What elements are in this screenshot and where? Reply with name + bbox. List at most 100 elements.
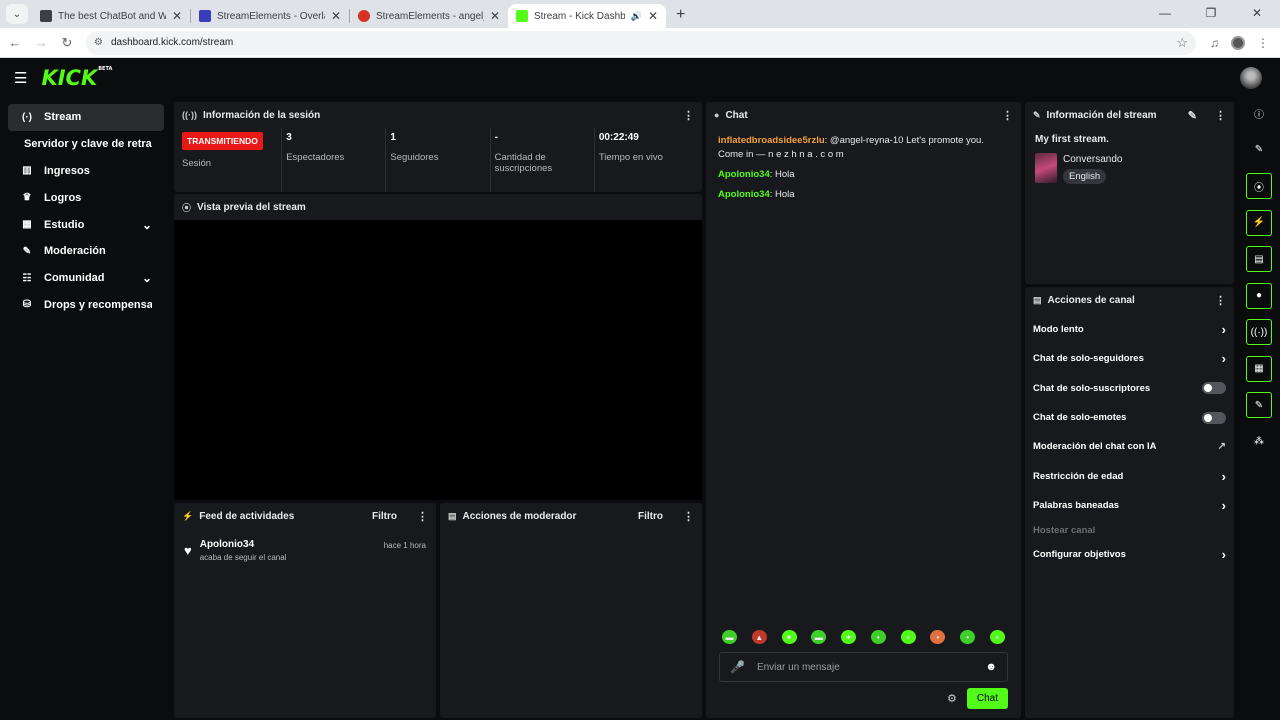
video-preview[interactable] bbox=[174, 220, 702, 500]
category-name: Conversando bbox=[1063, 154, 1123, 165]
chat-username[interactable]: Apolonio34 bbox=[718, 169, 770, 180]
sidebar-item-server-key[interactable]: Servidor y clave de retransmisión bbox=[8, 131, 164, 158]
more-options-icon[interactable]: ⋮ bbox=[417, 510, 428, 523]
activity-toggle-icon[interactable]: ⚡ bbox=[1246, 209, 1272, 236]
profile-icon[interactable] bbox=[1231, 35, 1245, 50]
sidebar-item-drops[interactable]: ⛁ Drops y recompensas bbox=[8, 292, 164, 319]
actions-toggle-icon[interactable]: ▦ bbox=[1246, 355, 1272, 382]
emote-icon[interactable]: ▲ bbox=[751, 630, 767, 644]
emotes-only-toggle[interactable] bbox=[1202, 411, 1226, 424]
action-emotes-only: Chat de solo-emotes bbox=[1033, 403, 1226, 432]
more-options-icon[interactable]: ⋮ bbox=[683, 109, 694, 122]
clipboard-icon: ▤ bbox=[448, 510, 457, 521]
emote-icon[interactable]: • bbox=[930, 630, 946, 644]
close-window-icon[interactable]: ✕ bbox=[1234, 0, 1280, 28]
kick-logo[interactable]: KICKBETA bbox=[41, 66, 112, 90]
chevron-down-icon[interactable]: ⌄ bbox=[142, 271, 152, 285]
subs-only-toggle[interactable] bbox=[1202, 382, 1226, 395]
speaker-icon[interactable]: 🔊 bbox=[631, 11, 642, 22]
gear-icon[interactable]: ⚙ bbox=[947, 692, 957, 705]
reload-icon[interactable]: ↻ bbox=[54, 35, 80, 51]
tools-toggle-icon[interactable]: ✎ bbox=[1246, 392, 1272, 418]
emote-icon[interactable]: • bbox=[960, 630, 976, 644]
more-options-icon[interactable]: ⋮ bbox=[1215, 109, 1226, 122]
more-options-icon[interactable]: ⋮ bbox=[1215, 294, 1226, 307]
microphone-icon[interactable]: 🎤 bbox=[730, 660, 745, 674]
panel-title: Información del stream bbox=[1046, 109, 1157, 121]
minimize-icon[interactable]: — bbox=[1142, 0, 1188, 28]
chevron-right-icon: › bbox=[1221, 497, 1226, 513]
preview-toggle-icon[interactable]: ⦿ bbox=[1246, 173, 1272, 199]
sidebar-item-stream[interactable]: (·) Stream bbox=[8, 104, 164, 131]
emote-icon[interactable]: ✦ bbox=[781, 630, 797, 644]
chat-input[interactable]: 🎤 Enviar un mensaje ☻ bbox=[719, 652, 1008, 682]
close-tab-icon[interactable]: ✕ bbox=[172, 9, 182, 23]
sidebar-item-estudio[interactable]: ▦ Estudio ⌄ bbox=[8, 211, 164, 238]
session-info-panel: ((·)) Información de la sesión ⋮ TRANSMI… bbox=[174, 102, 702, 192]
emote-icon[interactable]: ✦ bbox=[841, 630, 857, 644]
stat-followers: 1 Seguidores bbox=[386, 128, 491, 192]
send-chat-button[interactable]: Chat bbox=[966, 688, 1008, 709]
action-banned-words[interactable]: Palabras baneadas › bbox=[1033, 491, 1226, 520]
more-options-icon[interactable]: ⋮ bbox=[1002, 109, 1013, 122]
feed-username[interactable]: Apolonio34 bbox=[200, 539, 287, 550]
edit-pencil-icon[interactable]: ✎ bbox=[1188, 109, 1197, 122]
chat-username[interactable]: Apolonio34 bbox=[718, 189, 770, 200]
panel-header: ✎ Información del stream ✎ ⋮ bbox=[1025, 102, 1234, 128]
chart-icon: ▥ bbox=[22, 165, 32, 177]
sidebar-item-moderacion[interactable]: ✎ Moderación bbox=[8, 238, 164, 265]
info-icon[interactable]: ⓘ bbox=[1246, 100, 1272, 126]
browser-tab-3[interactable]: StreamElements - angel_reyna_ ✕ bbox=[350, 4, 508, 28]
bookmark-star-icon[interactable]: ☆ bbox=[1176, 35, 1188, 51]
emote-icon[interactable]: ▬ bbox=[811, 630, 827, 644]
close-tab-icon[interactable]: ✕ bbox=[331, 9, 341, 23]
action-age-restriction[interactable]: Restricción de edad › bbox=[1033, 461, 1226, 490]
media-controls-icon[interactable]: ♫ bbox=[1210, 36, 1219, 50]
sidebar-item-comunidad[interactable]: ☷ Comunidad ⌄ bbox=[8, 265, 164, 292]
action-ai-moderation[interactable]: Moderación del chat con IA ↗ bbox=[1033, 432, 1226, 461]
action-slow-mode[interactable]: Modo lento › bbox=[1033, 315, 1226, 344]
site-info-icon[interactable]: ⚙ bbox=[94, 37, 103, 48]
browser-tab-active[interactable]: Stream - Kick Dashboard 🔊 ✕ bbox=[508, 4, 666, 28]
back-icon[interactable]: ← bbox=[2, 35, 28, 50]
filter-button[interactable]: Filtro bbox=[638, 511, 663, 522]
filter-button[interactable]: Filtro bbox=[372, 511, 397, 522]
url-field[interactable]: ⚙ dashboard.kick.com/stream ☆ bbox=[86, 30, 1196, 55]
tab-list-icon[interactable]: ⌄ bbox=[6, 4, 28, 24]
chevron-down-icon[interactable]: ⌄ bbox=[142, 218, 152, 232]
emote-icon[interactable]: ▬ bbox=[722, 630, 737, 644]
chat-toggle-icon[interactable]: ● bbox=[1246, 282, 1272, 309]
chat-username[interactable]: inflatedbroadsidee5rzlu bbox=[718, 135, 825, 146]
emote-icon[interactable]: • bbox=[989, 630, 1005, 644]
sidebar-item-label: Servidor y clave de retransmisión bbox=[24, 138, 152, 151]
session-toggle-icon[interactable]: ((·)) bbox=[1246, 319, 1272, 345]
close-tab-icon[interactable]: ✕ bbox=[490, 9, 500, 23]
wrench-icon: ✎ bbox=[22, 245, 32, 257]
forward-icon[interactable]: → bbox=[28, 35, 54, 50]
close-tab-icon[interactable]: ✕ bbox=[648, 9, 658, 23]
new-tab-icon[interactable]: + bbox=[676, 6, 685, 24]
modlog-toggle-icon[interactable]: ▤ bbox=[1246, 246, 1272, 272]
action-configure-goals[interactable]: Configurar objetivos › bbox=[1033, 540, 1226, 569]
action-label: Hostear canal bbox=[1033, 524, 1096, 536]
menu-kebab-icon[interactable]: ⋮ bbox=[1257, 36, 1269, 50]
feed-time: hace 1 hora bbox=[383, 541, 426, 550]
browser-tab-1[interactable]: The best ChatBot and Widgets ✕ bbox=[32, 4, 190, 28]
edit-icon[interactable]: ✎ bbox=[1246, 137, 1272, 163]
emote-icon[interactable]: • bbox=[900, 630, 916, 644]
trophy-icon: ♛ bbox=[22, 192, 32, 204]
more-options-icon[interactable]: ⋮ bbox=[683, 510, 694, 523]
user-avatar[interactable] bbox=[1240, 67, 1262, 89]
gift-icon: ⛁ bbox=[22, 299, 32, 311]
action-followers-only[interactable]: Chat de solo-seguidores › bbox=[1033, 344, 1226, 373]
stat-value: 3 bbox=[286, 132, 292, 143]
shapes-icon[interactable]: ⁂ bbox=[1246, 429, 1272, 455]
restore-icon[interactable]: ❐ bbox=[1188, 0, 1234, 28]
emote-icon[interactable]: • bbox=[870, 630, 886, 644]
stat-subs: - Cantidad de suscripciones bbox=[491, 128, 595, 192]
hamburger-menu-icon[interactable]: ☰ bbox=[14, 69, 27, 87]
browser-tab-2[interactable]: StreamElements - Overlays ✕ bbox=[191, 4, 349, 28]
sidebar-item-logros[interactable]: ♛ Logros bbox=[8, 184, 164, 211]
sidebar-item-ingresos[interactable]: ▥ Ingresos bbox=[8, 158, 164, 185]
emoji-icon[interactable]: ☻ bbox=[985, 661, 997, 673]
